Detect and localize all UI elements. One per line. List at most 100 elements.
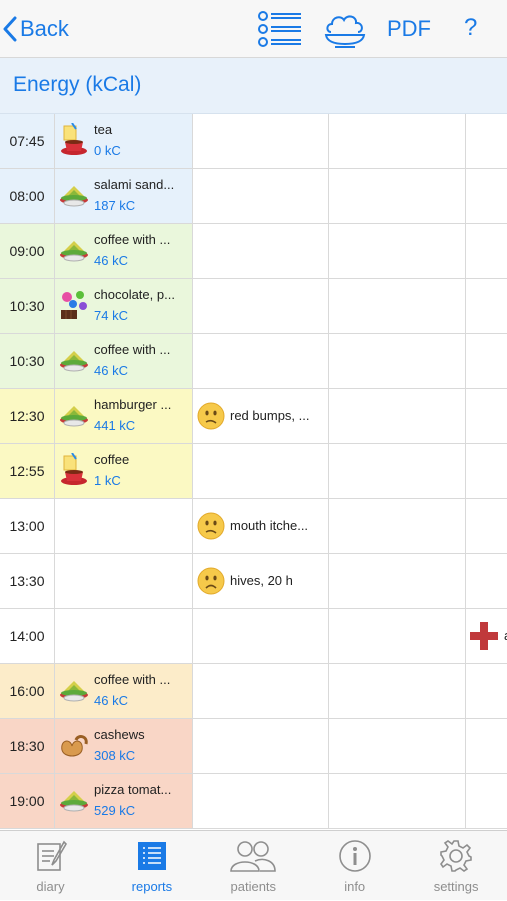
table-row[interactable]: 13:30 hives, 20 h <box>0 554 507 609</box>
empty-cell[interactable] <box>329 499 466 553</box>
food-cell[interactable] <box>55 554 193 608</box>
food-cell[interactable] <box>55 609 193 663</box>
medication-cell[interactable] <box>466 664 507 718</box>
empty-cell[interactable] <box>329 664 466 718</box>
food-cell[interactable]: hamburger ... 441 kC <box>55 389 193 443</box>
symptom-cell[interactable] <box>193 224 329 278</box>
medication-cell[interactable] <box>466 334 507 388</box>
empty-cell[interactable] <box>329 719 466 773</box>
food-energy: 46 kC <box>94 363 128 378</box>
navigation-bar: Back PDF ? <box>0 0 507 58</box>
medication-cell[interactable]: a <box>466 609 507 663</box>
table-row[interactable]: 19:00 pizza tomat... 529 kC <box>0 774 507 829</box>
food-cell[interactable]: salami sand... 187 kC <box>55 169 193 223</box>
table-row[interactable]: 12:55 coffee 1 kC <box>0 444 507 499</box>
tab-reports[interactable]: reports <box>101 831 202 901</box>
food-cell[interactable] <box>55 499 193 553</box>
empty-cell[interactable] <box>329 609 466 663</box>
tab-label: reports <box>131 879 173 894</box>
empty-cell[interactable] <box>329 774 466 828</box>
row-time: 08:00 <box>0 169 55 223</box>
table-row[interactable]: 13:00 mouth itche... <box>0 499 507 554</box>
food-energy: 46 kC <box>94 253 128 268</box>
medication-cell[interactable] <box>466 114 507 168</box>
symptom-cell[interactable]: red bumps, ... <box>193 389 329 443</box>
food-cell[interactable]: cashews 308 kC <box>55 719 193 773</box>
back-label: Back <box>20 16 69 41</box>
table-row[interactable]: 10:30 chocolate, p... 74 kC <box>0 279 507 334</box>
nuts-icon <box>58 728 90 762</box>
symptom-cell[interactable] <box>193 114 329 168</box>
empty-cell[interactable] <box>329 389 466 443</box>
empty-cell[interactable] <box>329 169 466 223</box>
empty-cell[interactable] <box>329 279 466 333</box>
medication-cell[interactable] <box>466 719 507 773</box>
food-energy: 46 kC <box>94 693 128 708</box>
medication-cell[interactable] <box>466 444 507 498</box>
table-row[interactable]: 12:30 hamburger ... 441 kC red bumps, ... <box>0 389 507 444</box>
food-cell[interactable]: coffee with ... 46 kC <box>55 224 193 278</box>
empty-cell[interactable] <box>329 114 466 168</box>
dish-icon <box>58 178 90 212</box>
food-cell[interactable]: tea 0 kC <box>55 114 193 168</box>
symptom-cell[interactable] <box>193 444 329 498</box>
row-time: 13:00 <box>0 499 55 553</box>
food-cell[interactable]: chocolate, p... 74 kC <box>55 279 193 333</box>
row-time: 18:30 <box>0 719 55 773</box>
empty-cell[interactable] <box>329 444 466 498</box>
tab-settings[interactable]: settings <box>406 831 507 901</box>
row-time: 12:55 <box>0 444 55 498</box>
food-energy: 308 kC <box>94 748 136 763</box>
symptom-cell[interactable] <box>193 609 329 663</box>
table-row[interactable]: 10:30 coffee with ... 46 kC <box>0 334 507 389</box>
symptom-text: mouth itche... <box>230 518 309 533</box>
symptom-cell[interactable]: mouth itche... <box>193 499 329 553</box>
medical-cross-icon <box>469 621 499 656</box>
symptom-cell[interactable] <box>193 169 329 223</box>
worried-face-icon <box>197 567 225 595</box>
report-grid[interactable]: 07:45 tea 0 kC 08:00 salami sand... 187 kC 09:… <box>0 114 507 830</box>
row-time: 10:30 <box>0 279 55 333</box>
medication-cell[interactable] <box>466 499 507 553</box>
medication-cell[interactable] <box>466 169 507 223</box>
symptom-cell[interactable]: hives, 20 h <box>193 554 329 608</box>
help-button[interactable]: ? <box>464 14 477 42</box>
tab-patients[interactable]: patients <box>203 831 304 901</box>
food-energy: 529 kC <box>94 803 136 818</box>
table-row[interactable]: 16:00 coffee with ... 46 kC <box>0 664 507 719</box>
symptom-cell[interactable] <box>193 334 329 388</box>
symptom-cell[interactable] <box>193 664 329 718</box>
symptom-cell[interactable] <box>193 774 329 828</box>
table-row[interactable]: 18:30 cashews 308 kC <box>0 719 507 774</box>
back-button[interactable]: Back <box>2 12 69 46</box>
medication-cell[interactable] <box>466 554 507 608</box>
food-energy: 441 kC <box>94 418 136 433</box>
table-row[interactable]: 08:00 salami sand... 187 kC <box>0 169 507 224</box>
medication-cell[interactable] <box>466 224 507 278</box>
tab-info[interactable]: info <box>304 831 405 901</box>
confused-face-icon <box>197 512 225 540</box>
medication-cell[interactable] <box>466 279 507 333</box>
empty-cell[interactable] <box>329 554 466 608</box>
food-cell[interactable]: coffee with ... 46 kC <box>55 334 193 388</box>
pdf-button[interactable]: PDF <box>387 16 431 42</box>
medication-cell[interactable] <box>466 389 507 443</box>
food-cell[interactable]: coffee with ... 46 kC <box>55 664 193 718</box>
dish-icon <box>58 398 90 432</box>
symptom-cell[interactable] <box>193 279 329 333</box>
tab-diary[interactable]: diary <box>0 831 101 901</box>
food-name: cashews <box>94 727 145 742</box>
table-row[interactable]: 09:00 coffee with ... 46 kC <box>0 224 507 279</box>
dish-icon <box>58 673 90 707</box>
table-row[interactable]: 07:45 tea 0 kC <box>0 114 507 169</box>
empty-cell[interactable] <box>329 334 466 388</box>
medication-cell[interactable] <box>466 774 507 828</box>
symptom-cell[interactable] <box>193 719 329 773</box>
list-view-button[interactable] <box>256 10 304 55</box>
table-row[interactable]: 14:00 a <box>0 609 507 664</box>
empty-cell[interactable] <box>329 224 466 278</box>
food-cell[interactable]: pizza tomat... 529 kC <box>55 774 193 828</box>
food-name: tea <box>94 122 113 137</box>
cloud-meal-button[interactable] <box>323 10 367 55</box>
food-cell[interactable]: coffee 1 kC <box>55 444 193 498</box>
